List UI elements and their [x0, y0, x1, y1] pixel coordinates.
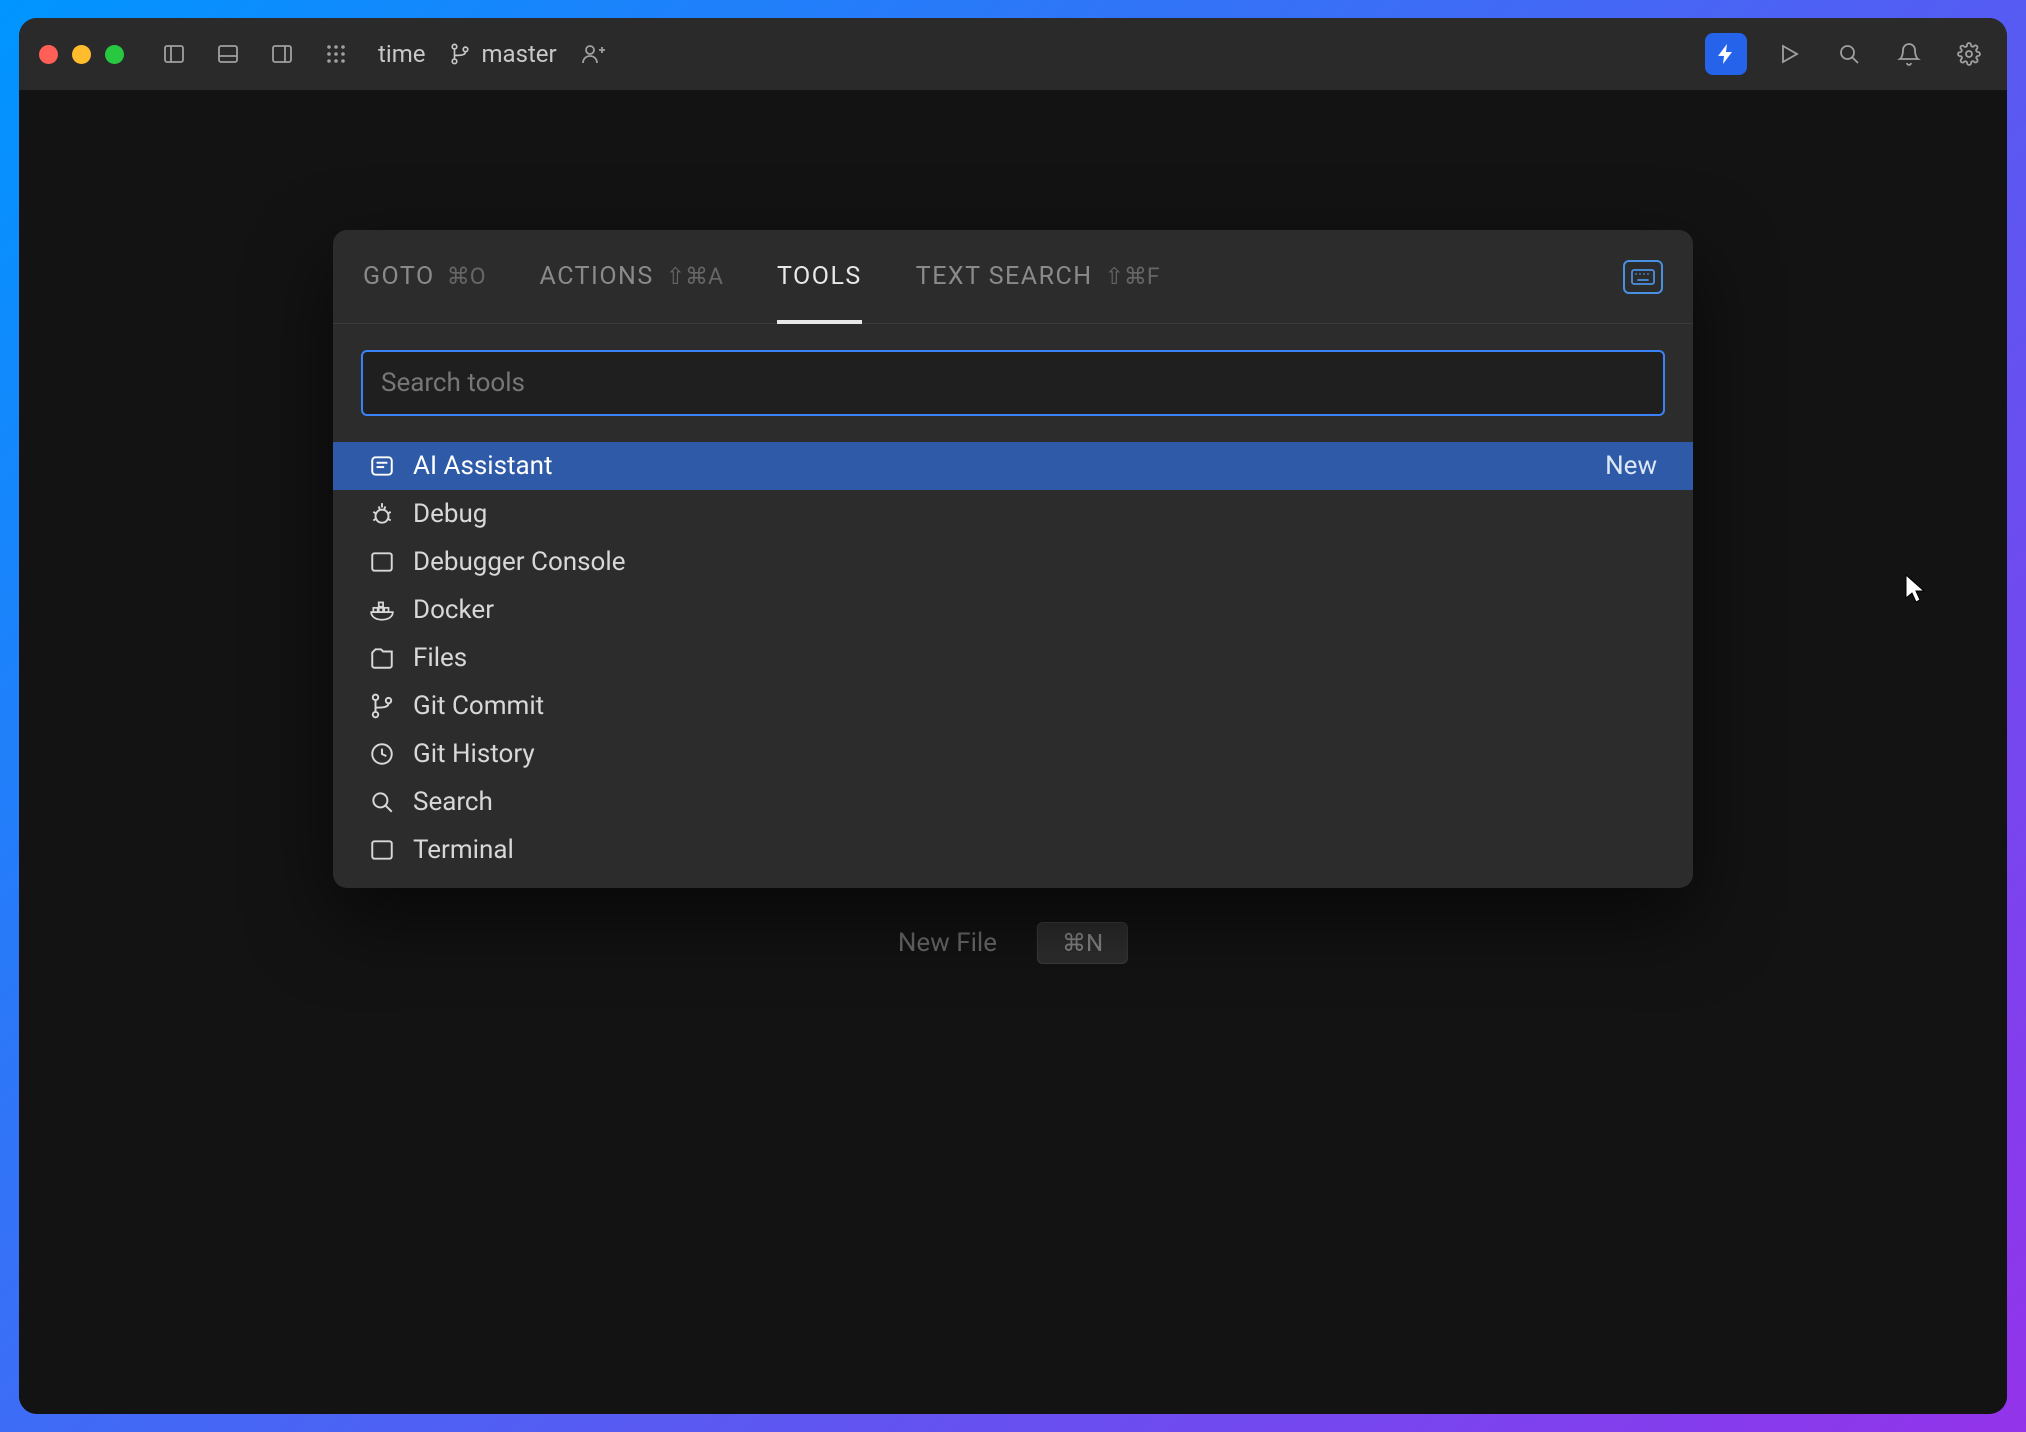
search-icon [1837, 42, 1861, 66]
editor-area: New File ⌘N GOTO ⌘O ACTIONS ⇧⌘A TOOLS TE… [19, 90, 2007, 1414]
ai-assistant-button[interactable] [1705, 33, 1747, 75]
app-window: time master [19, 18, 2007, 1414]
ai-icon [369, 453, 395, 479]
item-label: Search [413, 787, 1657, 817]
palette-tabs: GOTO ⌘O ACTIONS ⇧⌘A TOOLS TEXT SEARCH ⇧⌘… [333, 230, 1693, 324]
grid-icon [324, 42, 348, 66]
command-palette: GOTO ⌘O ACTIONS ⇧⌘A TOOLS TEXT SEARCH ⇧⌘… [333, 230, 1693, 888]
terminal-icon [369, 837, 395, 863]
notifications-button[interactable] [1891, 36, 1927, 72]
window-close-button[interactable] [39, 45, 58, 64]
item-label: Git Commit [413, 691, 1657, 721]
tab-actions-shortcut: ⇧⌘A [666, 263, 723, 290]
gear-icon [1957, 42, 1981, 66]
mouse-cursor [1905, 574, 1927, 604]
hint-shortcut: ⌘N [1037, 922, 1128, 964]
tab-tools-label: TOOLS [777, 262, 862, 291]
tab-tools[interactable]: TOOLS [777, 230, 862, 323]
tab-goto-label: GOTO [363, 262, 435, 291]
palette-item-debug[interactable]: Debug [333, 490, 1693, 538]
panel-right-icon [270, 42, 294, 66]
titlebar: time master [19, 18, 2007, 90]
lightning-icon [1714, 42, 1738, 66]
palette-results: AI Assistant New Debug Debugger Console … [333, 442, 1693, 888]
hint-label: New File [898, 928, 997, 958]
keyboard-icon [1631, 269, 1655, 285]
add-user-icon [581, 42, 605, 66]
run-button[interactable] [1771, 36, 1807, 72]
search-icon [369, 789, 395, 815]
window-minimize-button[interactable] [72, 45, 91, 64]
palette-item-search[interactable]: Search [333, 778, 1693, 826]
palette-item-docker[interactable]: Docker [333, 586, 1693, 634]
tab-goto-shortcut: ⌘O [447, 263, 486, 290]
item-label: Terminal [413, 835, 1657, 865]
search-button[interactable] [1831, 36, 1867, 72]
debug-icon [369, 501, 395, 527]
settings-button[interactable] [1951, 36, 1987, 72]
palette-item-terminal[interactable]: Terminal [333, 826, 1693, 874]
git-commit-icon [369, 693, 395, 719]
git-history-icon [369, 741, 395, 767]
window-fullscreen-button[interactable] [105, 45, 124, 64]
branch-name: master [481, 40, 556, 68]
tab-actions[interactable]: ACTIONS ⇧⌘A [540, 230, 723, 323]
bell-icon [1897, 42, 1921, 66]
tab-text-search-shortcut: ⇧⌘F [1105, 263, 1160, 290]
window-controls [39, 45, 124, 64]
item-badge: New [1605, 451, 1657, 481]
item-label: Docker [413, 595, 1657, 625]
item-label: Debugger Console [413, 547, 1657, 577]
files-icon [369, 645, 395, 671]
item-label: Files [413, 643, 1657, 673]
git-branch-icon [449, 43, 471, 65]
add-user-button[interactable] [575, 36, 611, 72]
docker-icon [369, 597, 395, 623]
palette-item-git-history[interactable]: Git History [333, 730, 1693, 778]
panel-right-toggle[interactable] [264, 36, 300, 72]
item-label: Git History [413, 739, 1657, 769]
palette-item-git-commit[interactable]: Git Commit [333, 682, 1693, 730]
project-name[interactable]: time [378, 40, 425, 68]
git-branch-selector[interactable]: master [449, 40, 556, 68]
tab-text-search-label: TEXT SEARCH [916, 262, 1093, 291]
panel-left-toggle[interactable] [156, 36, 192, 72]
palette-item-ai-assistant[interactable]: AI Assistant New [333, 442, 1693, 490]
console-icon [369, 549, 395, 575]
tab-actions-label: ACTIONS [540, 262, 654, 291]
new-file-hint: New File ⌘N [898, 922, 1128, 964]
palette-item-debugger-console[interactable]: Debugger Console [333, 538, 1693, 586]
panel-left-icon [162, 42, 186, 66]
panel-bottom-icon [216, 42, 240, 66]
item-label: AI Assistant [413, 451, 1587, 481]
palette-item-files[interactable]: Files [333, 634, 1693, 682]
palette-search-input[interactable] [361, 350, 1665, 416]
item-label: Debug [413, 499, 1657, 529]
tab-goto[interactable]: GOTO ⌘O [363, 230, 486, 323]
grid-menu-button[interactable] [318, 36, 354, 72]
tab-text-search[interactable]: TEXT SEARCH ⇧⌘F [916, 230, 1160, 323]
keyboard-toggle-button[interactable] [1623, 260, 1663, 294]
play-icon [1777, 42, 1801, 66]
panel-bottom-toggle[interactable] [210, 36, 246, 72]
